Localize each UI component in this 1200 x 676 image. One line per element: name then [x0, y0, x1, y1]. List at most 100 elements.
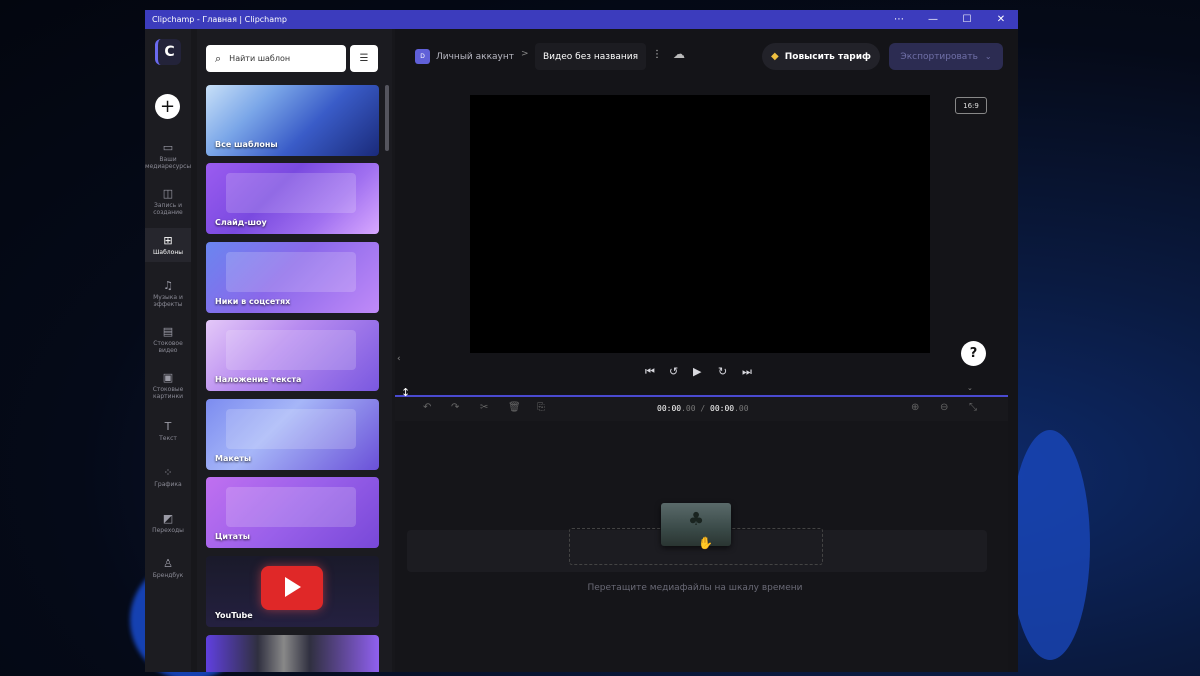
title-bar: Clipchamp - Главная | Clipchamp ⋯ — ☐ ✕: [145, 10, 1018, 29]
template-card-all[interactable]: Все шаблоны: [206, 85, 379, 156]
rail-item-media[interactable]: ▭ Ваши медиаресурсы: [145, 141, 191, 170]
cloud-off-icon[interactable]: ☁: [673, 47, 685, 61]
rail-item-label: Стоковое видео: [153, 340, 183, 354]
tree-image-icon: ♣: [688, 509, 705, 530]
card-label: Все шаблоны: [215, 140, 278, 149]
upgrade-button[interactable]: ◆ Повысить тариф: [762, 43, 880, 70]
card-label: Ники в соцсетях: [215, 297, 291, 306]
split-icon[interactable]: ✂: [480, 402, 488, 413]
rail-item-templates[interactable]: ⊞ Шаблоны: [145, 228, 191, 262]
rail-item-text[interactable]: T Текст: [145, 420, 191, 442]
window-title: Clipchamp - Главная | Clipchamp: [152, 15, 288, 24]
create-button[interactable]: +: [155, 94, 180, 119]
chevron-down-icon: ⌄: [984, 52, 992, 61]
editor-main: D Личный аккаунт > Видео без названия ⋮ …: [395, 29, 1018, 672]
template-card-layouts[interactable]: Макеты: [206, 399, 379, 470]
rewind-5s-icon[interactable]: ↺: [669, 365, 678, 378]
time-readout: 00:00.00 / 00:00.00: [657, 404, 749, 413]
diamond-icon: ◆: [771, 51, 779, 62]
time-total-ms: .00: [734, 404, 749, 413]
card-art: [226, 487, 356, 527]
skip-forward-icon[interactable]: ⏭: [742, 365, 752, 379]
card-label: YouTube: [215, 611, 253, 620]
card-label: Наложение текста: [215, 375, 302, 384]
transitions-icon: ◩: [162, 512, 174, 525]
skip-back-icon[interactable]: ⏮: [645, 365, 655, 379]
chevron-down-icon[interactable]: ⌄: [967, 384, 973, 392]
rail-item-label: Брендбук: [152, 572, 184, 579]
maximize-button[interactable]: ☐: [950, 14, 984, 25]
fit-icon[interactable]: ⤡: [969, 402, 977, 413]
forward-5s-icon[interactable]: ↻: [718, 365, 727, 378]
zoom-in-icon[interactable]: ⊕: [911, 402, 919, 413]
template-card-social[interactable]: Ники в соцсетях: [206, 242, 379, 313]
aspect-ratio-button[interactable]: 16:9: [955, 97, 987, 114]
time-current: 00:00: [657, 404, 682, 413]
rail-item-label: Музыка и эффекты: [153, 294, 183, 308]
text-icon: T: [164, 420, 172, 433]
template-card-more[interactable]: [206, 635, 379, 672]
rail-item-brand-kit[interactable]: ♙ Брендбук: [145, 557, 191, 579]
play-icon: [285, 577, 301, 597]
export-label: Экспортировать: [900, 51, 978, 62]
left-rail: C + ▭ Ваши медиаресурсы ◫ Запись и созда…: [145, 29, 191, 672]
template-card-slideshow[interactable]: Слайд-шоу: [206, 163, 379, 234]
rail-item-graphics[interactable]: ⁘ Графика: [145, 466, 191, 488]
dragged-media-thumbnail[interactable]: ♣: [661, 503, 731, 546]
time-separator: /: [695, 404, 710, 413]
filter-button[interactable]: ☰: [350, 45, 378, 72]
rail-item-label: Переходы: [152, 527, 184, 534]
collapse-panel-icon[interactable]: ‹: [397, 354, 401, 364]
minimize-button[interactable]: —: [916, 14, 950, 25]
video-preview[interactable]: [470, 95, 930, 353]
account-switcher[interactable]: D Личный аккаунт: [415, 49, 514, 64]
more-icon[interactable]: ⋯: [882, 14, 916, 25]
export-button[interactable]: Экспортировать ⌄: [889, 43, 1003, 70]
close-button[interactable]: ✕: [984, 14, 1018, 25]
rail-item-label: Шаблоны: [153, 249, 183, 256]
record-icon: ◫: [162, 187, 174, 200]
brand-kit-icon: ♙: [163, 557, 173, 570]
delete-icon[interactable]: 🗑: [508, 402, 521, 413]
add-media-icon[interactable]: ⎘: [537, 402, 545, 413]
editor-topbar: D Личный аккаунт > Видео без названия ⋮ …: [395, 29, 1018, 81]
template-card-text-overlay[interactable]: Наложение текста: [206, 320, 379, 391]
rail-item-label: Запись и создание: [153, 202, 183, 216]
drop-hint: Перетащите медиафайлы на шкалу времени: [587, 583, 803, 593]
account-label: Личный аккаунт: [436, 51, 514, 62]
rail-item-transitions[interactable]: ◩ Переходы: [145, 512, 191, 534]
template-card-quotes[interactable]: Цитаты: [206, 477, 379, 548]
rail-item-label: Стоковые картинки: [152, 386, 184, 400]
search-icon: ⌕: [215, 51, 222, 65]
templates-panel: ⌕ Найти шаблон ☰ Все шаблоны Слайд-шоу Н…: [197, 29, 392, 672]
grab-cursor-icon: ✋: [698, 536, 713, 550]
rail-item-stock-images[interactable]: ▣ Стоковые картинки: [145, 371, 191, 400]
undo-icon[interactable]: ↶: [423, 402, 431, 413]
play-button[interactable]: ▶: [693, 365, 701, 378]
zoom-out-icon[interactable]: ⊖: [940, 402, 948, 413]
app-window: Clipchamp - Главная | Clipchamp ⋯ — ☐ ✕ …: [145, 10, 1018, 672]
video-title-input[interactable]: Видео без названия: [535, 43, 647, 70]
breadcrumb-separator-icon: >: [521, 49, 529, 59]
rail-item-stock-video[interactable]: ▤ Стоковое видео: [145, 325, 191, 354]
card-art: [226, 252, 356, 292]
help-button[interactable]: ?: [961, 341, 986, 366]
rail-item-music[interactable]: ♫ Музыка и эффекты: [145, 279, 191, 308]
redo-icon[interactable]: ↷: [451, 402, 459, 413]
card-label: Макеты: [215, 454, 252, 463]
template-card-youtube[interactable]: YouTube: [206, 556, 379, 627]
panel-scrollbar[interactable]: [385, 85, 389, 151]
card-art: [226, 173, 356, 213]
upgrade-label: Повысить тариф: [784, 51, 871, 62]
search-input[interactable]: ⌕ Найти шаблон: [206, 45, 346, 72]
clipchamp-logo[interactable]: C: [155, 39, 181, 65]
card-art: [226, 330, 356, 370]
rail-item-record[interactable]: ◫ Запись и создание: [145, 187, 191, 216]
rail-item-label: Ваши медиаресурсы: [145, 156, 192, 170]
card-label: Слайд-шоу: [215, 218, 267, 227]
rail-item-label: Текст: [159, 435, 177, 442]
music-icon: ♫: [163, 279, 173, 292]
folder-icon: ▭: [162, 141, 174, 154]
more-options-icon[interactable]: ⋮: [652, 49, 662, 60]
avatar: D: [415, 49, 430, 64]
